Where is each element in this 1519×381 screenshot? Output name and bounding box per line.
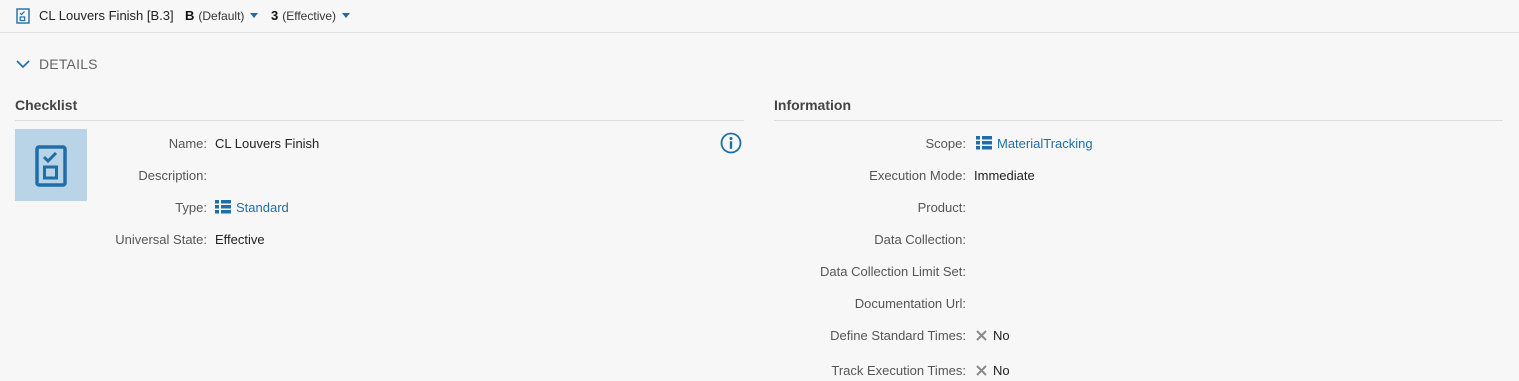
documentation-url-label: Documentation Url:: [854, 296, 966, 311]
list-icon: [976, 136, 992, 150]
scope-value: MaterialTracking: [997, 136, 1093, 151]
information-section-title: Information: [774, 97, 851, 113]
checklist-doc-icon: [16, 8, 30, 24]
define-standard-times-value: No: [976, 328, 1010, 343]
track-execution-times-text: No: [993, 363, 1010, 378]
track-execution-times-label: Track Execution Times:: [831, 363, 966, 378]
details-label: DETAILS: [39, 56, 98, 72]
x-icon: [976, 330, 987, 341]
type-label: Type:: [175, 200, 207, 215]
type-link[interactable]: Standard: [215, 200, 289, 215]
section-divider: [15, 120, 744, 121]
name-label: Name:: [168, 136, 207, 151]
version-value: 3: [271, 8, 279, 23]
chevron-down-icon: [16, 60, 30, 69]
revision-dropdown[interactable]: B (Default): [185, 8, 259, 23]
name-value: CL Louvers Finish: [215, 136, 320, 151]
checklist-section-title: Checklist: [15, 97, 78, 113]
universal-state-label: Universal State:: [115, 232, 207, 247]
revision-value: B: [185, 8, 195, 23]
checklist-tile: [15, 129, 87, 201]
type-value: Standard: [236, 200, 289, 215]
define-standard-times-label: Define Standard Times:: [830, 328, 966, 343]
caret-down-icon: [342, 13, 351, 19]
track-execution-times-value: No: [976, 363, 1010, 378]
list-icon: [215, 200, 231, 214]
scope-label: Scope:: [925, 136, 966, 151]
header-bar: CL Louvers Finish [B.3] B (Default) 3 (Eff…: [0, 0, 1519, 33]
execution-mode-label: Execution Mode:: [869, 168, 966, 183]
data-collection-limit-set-label: Data Collection Limit Set:: [820, 264, 966, 279]
data-collection-label: Data Collection:: [874, 232, 966, 247]
version-label: (Effective): [282, 9, 337, 23]
define-standard-times-text: No: [993, 328, 1010, 343]
page-title: CL Louvers Finish [B.3]: [39, 8, 174, 23]
info-icon: [720, 132, 742, 154]
checklist-icon: [35, 145, 67, 187]
info-button[interactable]: [720, 132, 742, 154]
revision-label: (Default): [198, 9, 245, 23]
section-divider: [774, 120, 1503, 121]
scope-link[interactable]: MaterialTracking: [976, 136, 1093, 151]
description-label: Description:: [138, 168, 207, 183]
execution-mode-value: Immediate: [974, 168, 1035, 183]
version-dropdown[interactable]: 3 (Effective): [271, 8, 351, 23]
universal-state-value: Effective: [215, 232, 265, 247]
caret-down-icon: [250, 13, 259, 19]
product-label: Product:: [917, 200, 966, 215]
x-icon: [976, 365, 987, 376]
